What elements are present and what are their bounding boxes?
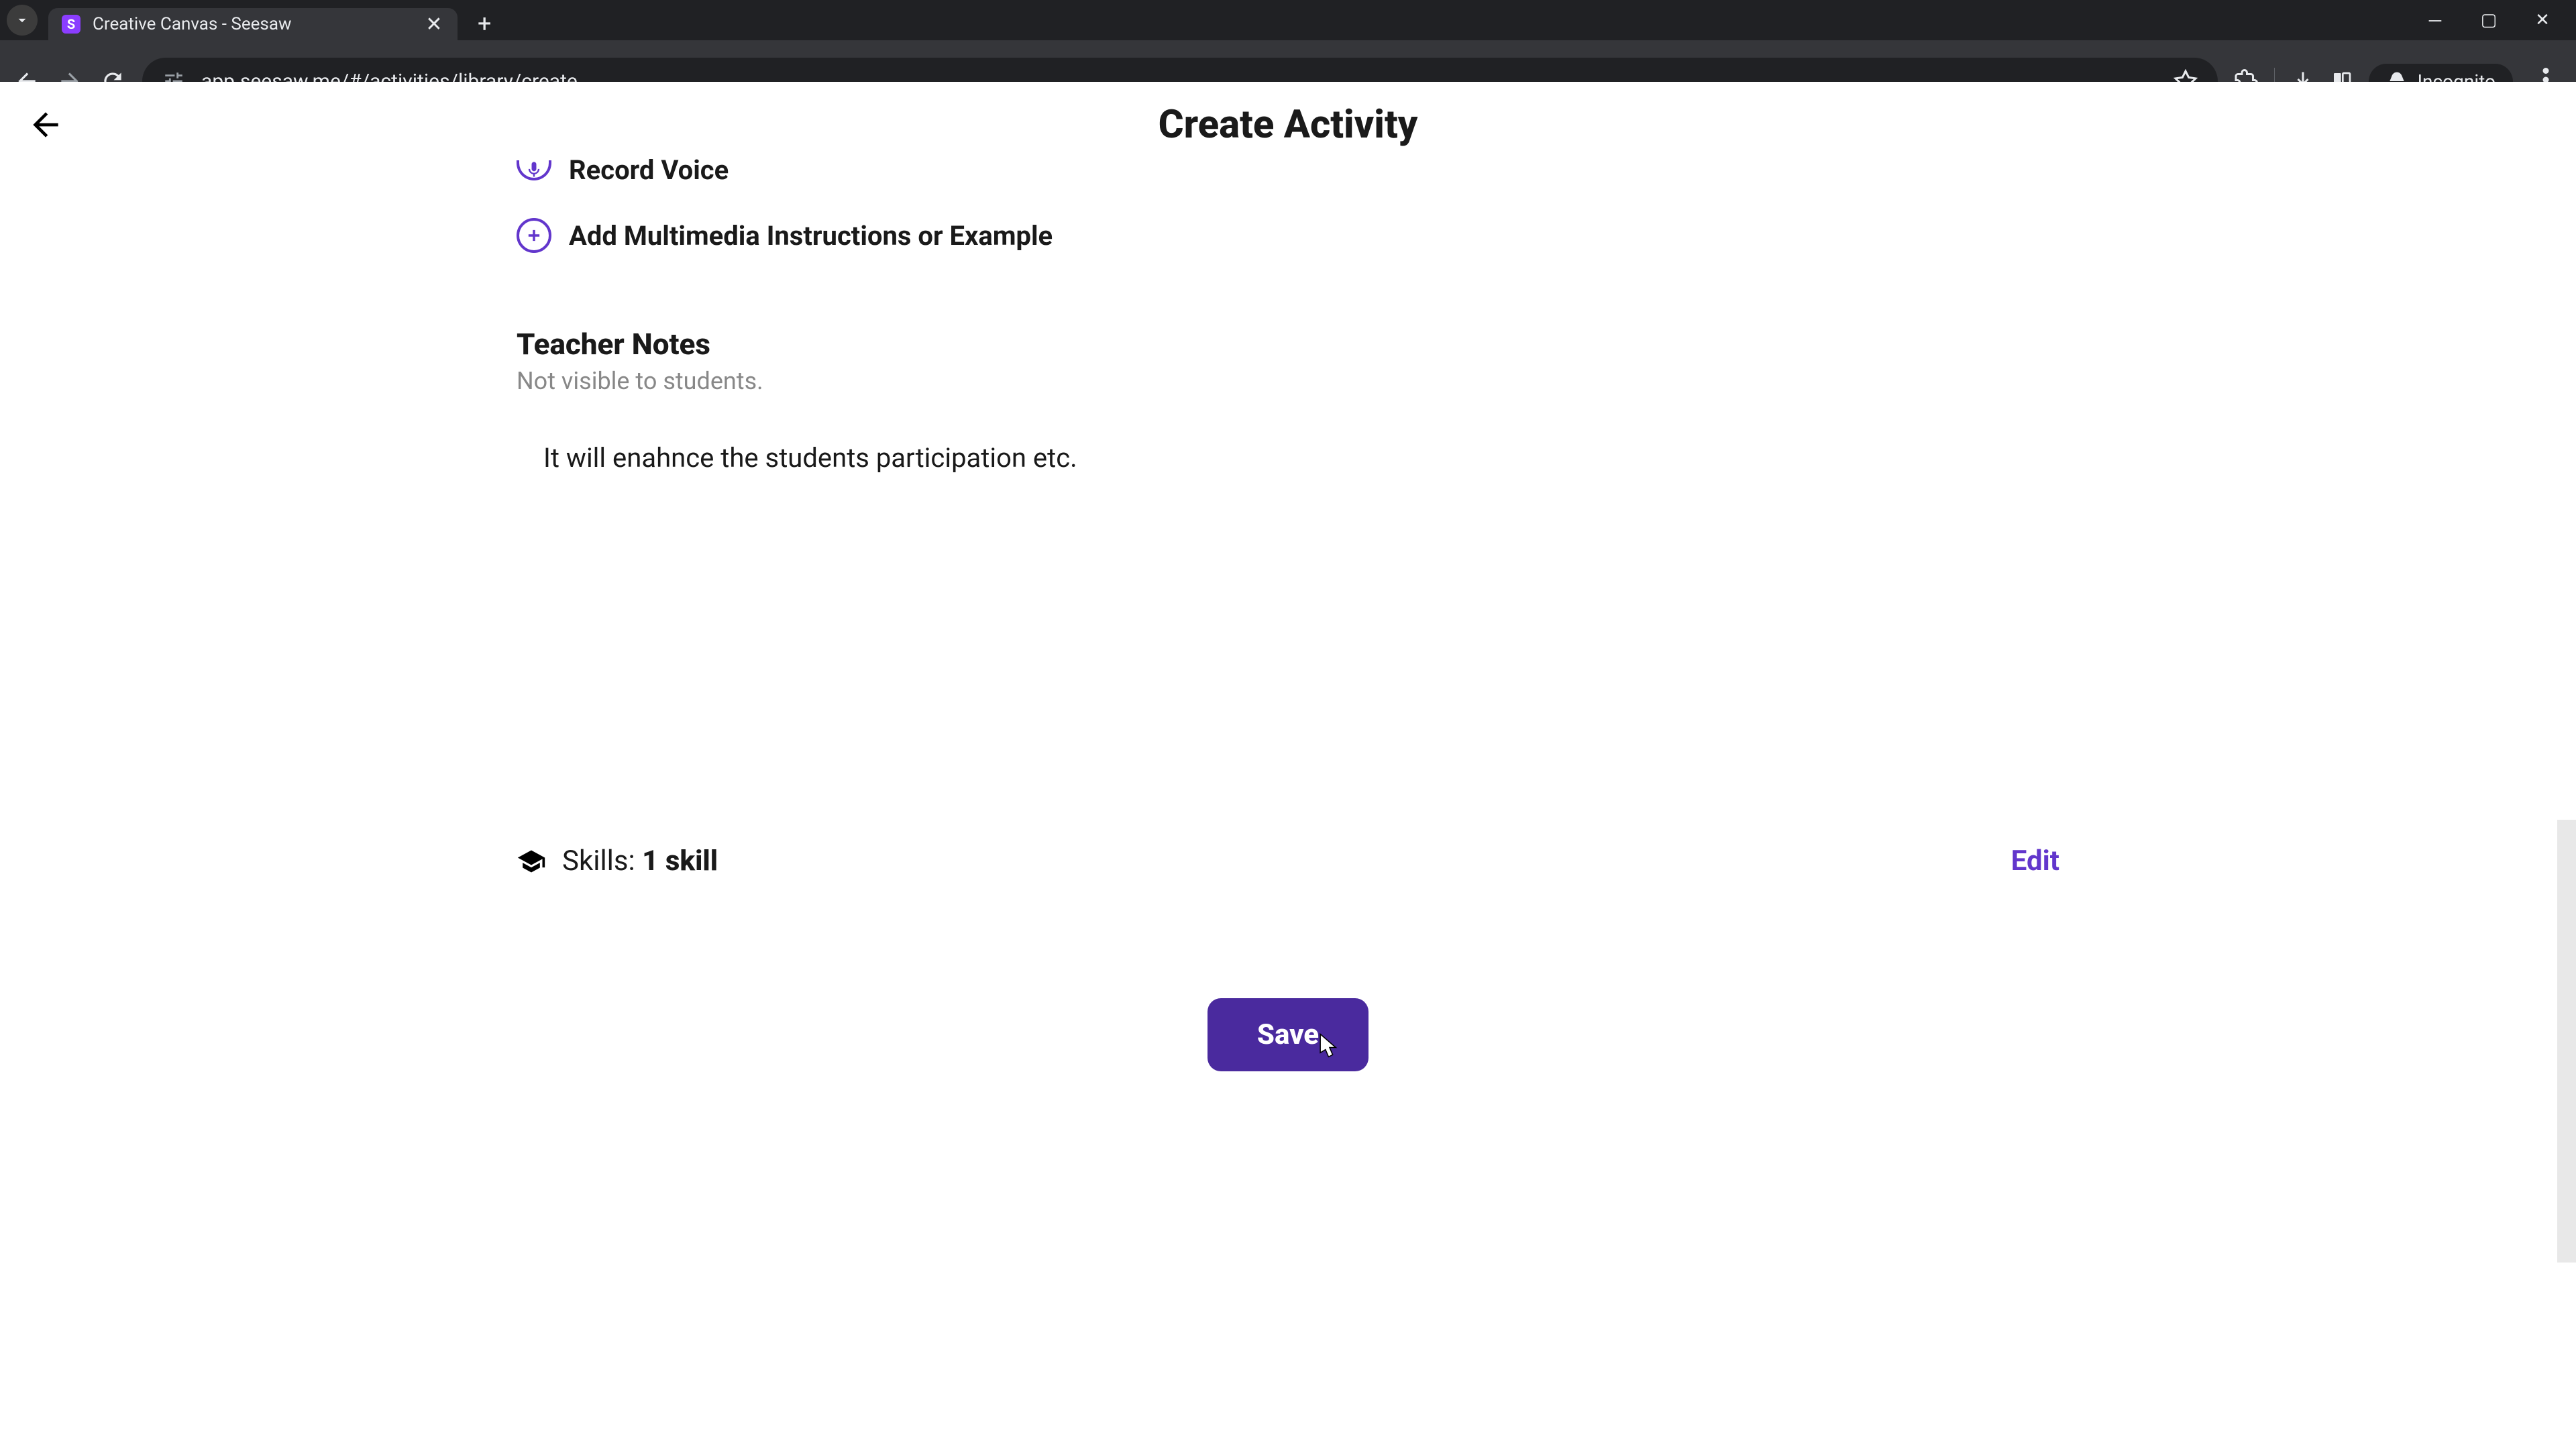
- skills-indicator: Skills: 1 skill: [517, 845, 718, 877]
- tab-bar: S Creative Canvas - Seesaw ✕ + ─ ▢ ✕: [0, 0, 2576, 40]
- add-multimedia-button[interactable]: Add Multimedia Instructions or Example: [517, 218, 2059, 253]
- page-content: Create Activity Record Voice Add Multime…: [0, 82, 2576, 1367]
- teacher-notes-input[interactable]: It will enahnce the students participati…: [517, 442, 2059, 777]
- tab-close-button[interactable]: ✕: [424, 13, 444, 36]
- skills-label: Skills:: [562, 845, 642, 877]
- activity-form: Record Voice Add Multimedia Instructions…: [449, 154, 2127, 1071]
- new-tab-button[interactable]: +: [458, 9, 511, 38]
- skills-count: 1 skill: [642, 845, 718, 877]
- record-voice-button[interactable]: Record Voice: [517, 154, 2059, 186]
- browser-tab-active[interactable]: S Creative Canvas - Seesaw ✕: [48, 8, 458, 40]
- add-multimedia-label: Add Multimedia Instructions or Example: [569, 220, 1053, 252]
- tab-search-button[interactable]: [7, 5, 38, 36]
- skills-text: Skills: 1 skill: [562, 845, 718, 877]
- close-window-button[interactable]: ✕: [2529, 10, 2556, 31]
- browser-chrome: S Creative Canvas - Seesaw ✕ + ─ ▢ ✕ app…: [0, 0, 2576, 82]
- teacher-notes-title: Teacher Notes: [517, 327, 2059, 362]
- page-back-button[interactable]: [27, 106, 64, 144]
- tab-favicon: S: [62, 15, 80, 34]
- maximize-button[interactable]: ▢: [2475, 10, 2502, 31]
- plus-icon: [517, 218, 551, 253]
- minimize-button[interactable]: ─: [2422, 10, 2449, 31]
- skills-row: Skills: 1 skill Edit: [517, 845, 2059, 904]
- teacher-notes-subtitle: Not visible to students.: [517, 367, 2059, 395]
- window-controls: ─ ▢ ✕: [2422, 10, 2576, 31]
- page-title: Create Activity: [64, 102, 2512, 148]
- scrollbar[interactable]: [2557, 820, 2576, 1263]
- mouse-cursor: [1319, 1033, 1340, 1063]
- graduation-cap-icon: [517, 847, 546, 876]
- record-voice-label: Record Voice: [569, 154, 729, 186]
- microphone-icon: [517, 160, 551, 180]
- save-button-wrapper: Save: [517, 998, 2059, 1071]
- tab-title: Creative Canvas - Seesaw: [93, 14, 412, 34]
- edit-skills-link[interactable]: Edit: [2011, 845, 2059, 877]
- save-button[interactable]: Save: [1208, 998, 1368, 1071]
